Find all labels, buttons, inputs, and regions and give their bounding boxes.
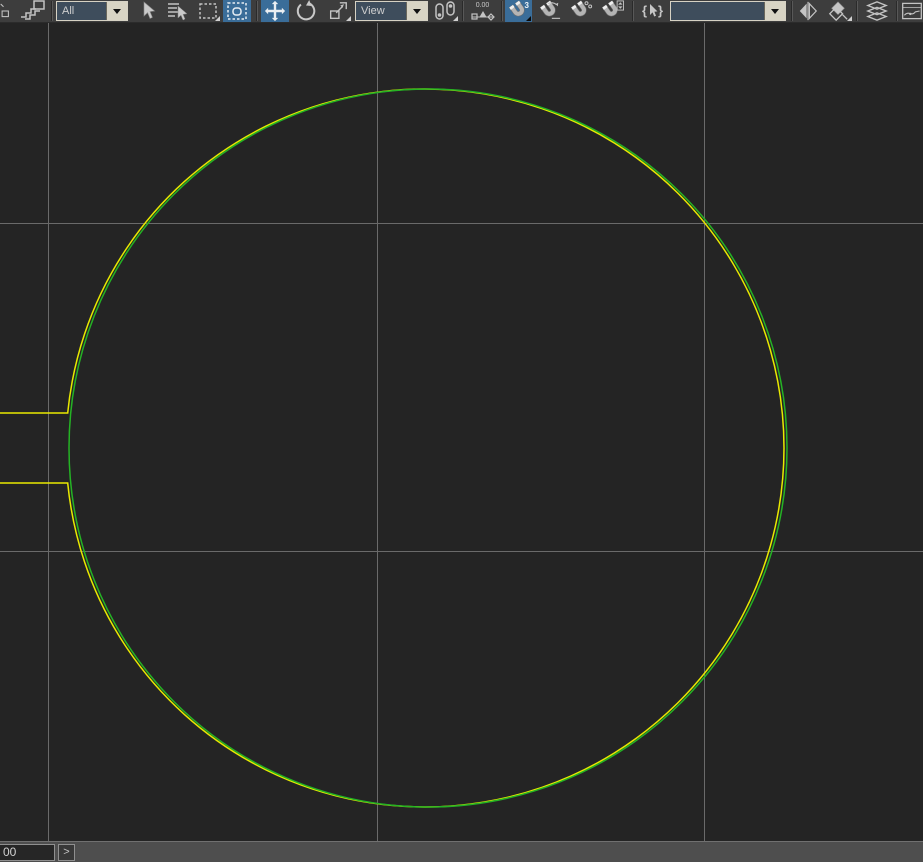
flyout-corner-icon: [526, 16, 531, 21]
align-button[interactable]: [823, 0, 853, 22]
named-selection-sets-value: [671, 2, 764, 20]
selection-filter-dropdown[interactable]: All: [56, 1, 128, 21]
select-object-button[interactable]: [134, 0, 160, 22]
use-pivot-center-button[interactable]: [431, 0, 459, 22]
select-and-manipulate-icon: [470, 10, 495, 21]
reference-coordinate-arrow-button[interactable]: [406, 2, 427, 20]
next-frame-button[interactable]: >: [58, 844, 75, 861]
reference-coordinate-dropdown[interactable]: View: [355, 1, 428, 21]
keyboard-override-icon: [650, 4, 658, 17]
spinner-snap-icon: [601, 0, 624, 19]
selection-filter-arrow-button[interactable]: [106, 2, 127, 20]
toolbar-separator: [462, 1, 464, 21]
flyout-corner-icon: [215, 16, 220, 21]
named-selection-sets-arrow-button[interactable]: [764, 2, 785, 20]
select-by-name-button[interactable]: [163, 0, 191, 22]
angle-snap-button[interactable]: [536, 0, 563, 22]
toolbar-separator: [896, 1, 898, 21]
mirror-icon: [799, 1, 818, 21]
link-partial-icon: [0, 3, 9, 18]
reference-coordinate-value: View: [361, 5, 385, 17]
select-by-name-icon: [168, 3, 188, 21]
select-and-rotate-icon: [296, 0, 316, 21]
toolbar-separator: [256, 1, 258, 21]
select-and-move-button[interactable]: [261, 0, 289, 22]
main-toolbar: All View 0.00 3 {}: [0, 0, 923, 23]
snap-mode-badge: 3: [524, 1, 529, 10]
mirror-button[interactable]: [795, 0, 821, 22]
select-and-rotate-button[interactable]: [292, 0, 320, 22]
flyout-corner-icon: [346, 16, 351, 21]
rectangular-selection-region-button[interactable]: [194, 0, 221, 22]
selection-filter-value: All: [62, 5, 75, 17]
layer-manager-button[interactable]: [861, 0, 892, 22]
toolbar-separator: [51, 1, 53, 21]
toolbar-separator: [501, 1, 503, 21]
curve-editor-button[interactable]: [901, 0, 923, 22]
percent-snap-button[interactable]: [567, 0, 594, 22]
toolbar-separator: [791, 1, 793, 21]
yellow-spline-shape: [0, 88, 785, 808]
toolbar-separator: [632, 1, 634, 21]
manipulate-value-label: 0.00: [475, 1, 490, 9]
curve-editor-icon: [902, 2, 922, 20]
viewport[interactable]: [0, 23, 923, 841]
select-and-link-icon: [21, 0, 45, 20]
flyout-corner-icon: [847, 16, 852, 21]
percent-snap-icon: [570, 0, 592, 19]
select-and-move-icon: [264, 0, 286, 22]
3ds-max-window: All View 0.00 3 {} 00 >: [0, 0, 923, 862]
chevron-down-icon: [413, 8, 421, 14]
time-slider-frame-field[interactable]: 00: [0, 844, 55, 861]
select-and-manipulate-button[interactable]: 0.00: [466, 0, 499, 22]
chevron-down-icon: [771, 8, 779, 14]
select-and-scale-button[interactable]: [323, 0, 352, 22]
keyboard-override-button[interactable]: { }: [637, 0, 668, 22]
chevron-down-icon: [113, 8, 121, 14]
snap-3d-button[interactable]: 3: [505, 0, 532, 22]
named-selection-sets-dropdown[interactable]: [670, 1, 786, 21]
layers-icon: [865, 1, 888, 21]
window-crossing-icon: [227, 2, 247, 20]
angle-snap-icon: [539, 0, 560, 19]
spinner-snap-button[interactable]: [598, 0, 627, 22]
select-and-link-partial-button[interactable]: [0, 0, 14, 22]
viewport-canvas[interactable]: [0, 23, 923, 841]
select-object-icon: [143, 1, 156, 19]
green-circle-shape: [68, 88, 788, 808]
window-crossing-button[interactable]: [223, 0, 251, 22]
close-brace-label: }: [658, 3, 664, 18]
time-slider-bar: 00 >: [0, 841, 923, 862]
flyout-corner-icon: [453, 16, 458, 21]
unlink-selection-button[interactable]: [15, 0, 49, 22]
toolbar-separator: [856, 1, 858, 21]
